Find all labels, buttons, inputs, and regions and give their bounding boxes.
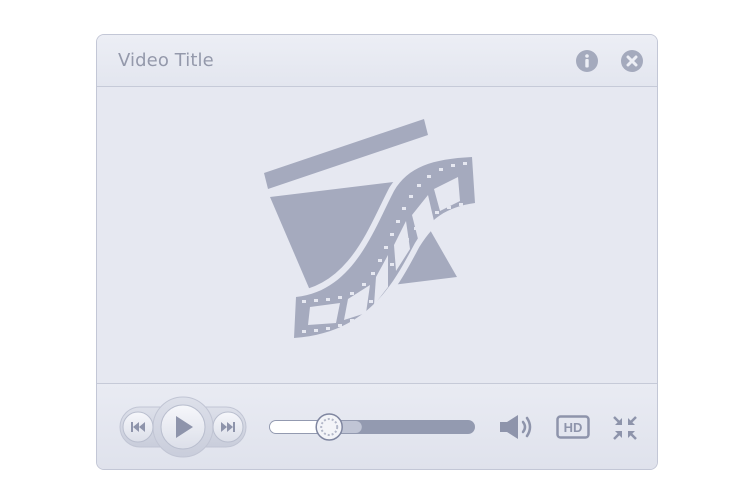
seek-thumb[interactable] bbox=[315, 413, 343, 441]
control-bar: HD bbox=[97, 383, 657, 469]
rewind-button[interactable] bbox=[122, 411, 154, 443]
volume-icon bbox=[500, 415, 532, 439]
video-title: Video Title bbox=[118, 50, 214, 71]
close-button[interactable] bbox=[620, 49, 644, 73]
fast-forward-button[interactable] bbox=[212, 411, 244, 443]
svg-text:HD: HD bbox=[564, 420, 583, 435]
info-icon bbox=[576, 50, 598, 72]
clapperboard-film-icon bbox=[264, 119, 482, 346]
volume-button[interactable] bbox=[498, 414, 534, 440]
video-screen[interactable] bbox=[97, 87, 657, 383]
title-bar: Video Title bbox=[97, 35, 657, 87]
video-player-window: Video Title HD bbox=[96, 34, 658, 470]
exit-fullscreen-button[interactable] bbox=[611, 414, 639, 442]
info-button[interactable] bbox=[575, 49, 599, 73]
play-button[interactable] bbox=[160, 404, 206, 450]
seek-bar[interactable] bbox=[269, 412, 475, 442]
hd-button[interactable]: HD bbox=[556, 415, 590, 439]
hd-icon: HD bbox=[556, 415, 590, 439]
exit-fullscreen-icon bbox=[613, 416, 637, 440]
close-icon bbox=[621, 50, 643, 72]
transport-controls bbox=[119, 396, 247, 458]
